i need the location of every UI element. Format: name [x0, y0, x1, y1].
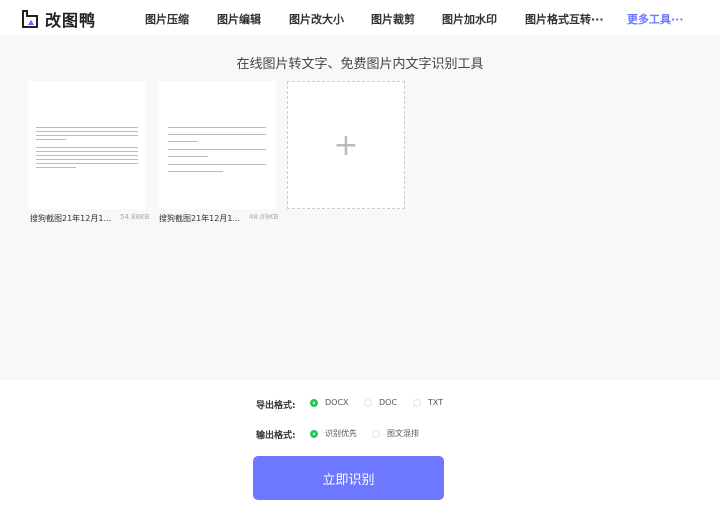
logo-icon [22, 10, 38, 28]
page-title: 在线图片转文字、免费图片内文字识别工具 [236, 57, 484, 72]
output-format-label: 输出格式: [256, 431, 296, 441]
file-name: 搜狗截图21年12月1... [30, 214, 112, 223]
file-size: 48.09KB [249, 213, 279, 221]
radio-docx[interactable]: DOCX [310, 398, 349, 407]
file-size: 54.88KB [120, 213, 150, 221]
radio-doc[interactable]: DOC [364, 398, 397, 407]
add-file-button[interactable]: + [287, 81, 405, 209]
radio-mixed-layout[interactable]: 图文混排 [372, 428, 419, 439]
nav-more-tools[interactable]: 更多工具··· [627, 11, 684, 27]
nav-edit[interactable]: 图片编辑 [217, 11, 261, 27]
nav-convert[interactable]: 图片格式互转··· [525, 11, 604, 27]
nav-watermark[interactable]: 图片加水印 [442, 11, 497, 27]
plus-icon: + [333, 127, 359, 163]
nav-compress[interactable]: 图片压缩 [145, 11, 189, 27]
recognize-button[interactable]: 立即识别 [253, 456, 444, 500]
header: 改图鸭 图片压缩 图片编辑 图片改大小 图片裁剪 图片加水印 图片格式互转···… [0, 0, 720, 35]
file-thumbnail[interactable] [28, 81, 146, 209]
logo[interactable]: 改图鸭 [20, 7, 96, 31]
export-format-label: 导出格式: [256, 401, 296, 411]
file-thumbnail[interactable] [158, 81, 276, 209]
radio-recognition-first[interactable]: 识别优先 [310, 428, 357, 439]
logo-text: 改图鸭 [45, 11, 97, 30]
radio-txt[interactable]: TXT [413, 398, 443, 407]
nav-resize[interactable]: 图片改大小 [289, 11, 344, 27]
upload-area: 在线图片转文字、免费图片内文字识别工具 搜狗截图21年12月1... 54.88… [0, 35, 720, 380]
file-name: 搜狗截图21年12月1... [159, 214, 241, 223]
nav-crop[interactable]: 图片裁剪 [371, 11, 415, 27]
